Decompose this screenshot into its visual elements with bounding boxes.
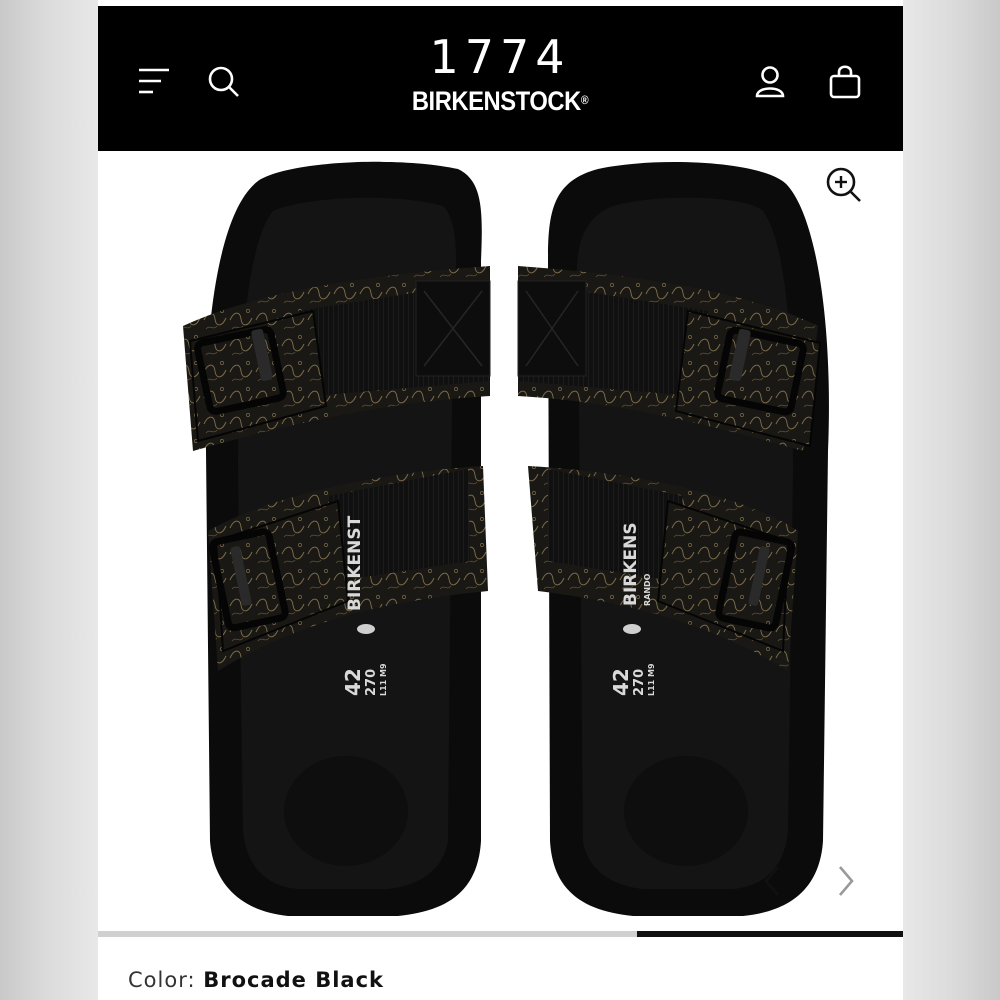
product-page: 1774 BIRKENSTOCK® BIRKENST 42 270 L11 M9…	[98, 0, 903, 1000]
account-icon[interactable]	[753, 62, 787, 102]
left-footbed-size: 42	[341, 668, 365, 696]
logo-brand: BIRKENSTOCK®	[411, 86, 589, 116]
left-sandal: BIRKENST 42 270 L11 M9	[183, 161, 491, 916]
left-footbed-us: L11 M9	[379, 663, 388, 696]
search-icon[interactable]	[204, 62, 244, 102]
top-header: 1774 BIRKENSTOCK®	[98, 6, 903, 151]
gallery-progress-fill	[637, 931, 903, 937]
shopping-bag-icon[interactable]	[828, 62, 862, 102]
color-selection: Color: Brocade Black	[128, 968, 384, 992]
left-footbed-brand: BIRKENST	[345, 515, 365, 611]
right-footbed-size: 42	[609, 668, 633, 696]
chevron-left-icon[interactable]	[758, 861, 788, 901]
color-value: Brocade Black	[203, 968, 385, 992]
right-footbed-brand: BIRKENS	[621, 522, 641, 606]
logo-year: 1774	[429, 30, 571, 84]
left-footbed-mm: 270	[364, 669, 379, 696]
menu-icon[interactable]	[136, 66, 172, 96]
right-footbed-us: L11 M9	[647, 663, 656, 696]
brand-logo[interactable]: 1774 BIRKENSTOCK®	[350, 31, 650, 118]
zoom-in-icon[interactable]	[824, 165, 866, 207]
product-image: BIRKENST 42 270 L11 M9 BIRKENS RANDO 42 …	[183, 161, 829, 916]
product-image-gallery[interactable]: BIRKENST 42 270 L11 M9 BIRKENS RANDO 42 …	[98, 151, 903, 931]
right-sandal: BIRKENS RANDO 42 270 L11 M9	[517, 162, 829, 916]
color-label: Color:	[128, 968, 196, 992]
right-footbed-mm: 270	[632, 669, 647, 696]
gallery-progress-bar	[98, 931, 903, 937]
right-footbed-sub: RANDO	[643, 573, 652, 606]
chevron-right-icon[interactable]	[830, 861, 860, 901]
